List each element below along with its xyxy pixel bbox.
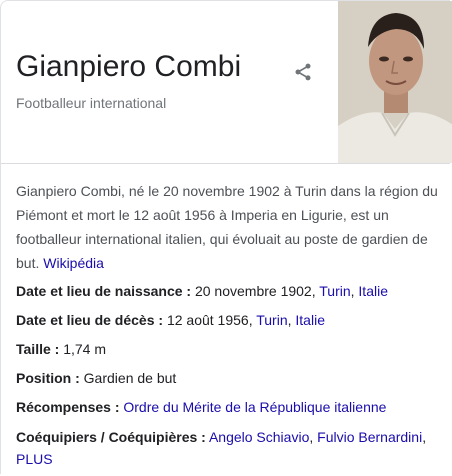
fact-label: Date et lieu de décès : <box>16 312 164 328</box>
birth-country-link[interactable]: Italie <box>358 283 388 299</box>
death-country-link[interactable]: Italie <box>295 312 325 328</box>
fact-value: 12 août 1956, <box>166 312 253 328</box>
fact-separator: , <box>350 283 355 299</box>
fact-value: 20 novembre 1902, <box>194 283 316 299</box>
fact-teammates: Coéquipiers / Coéquipières : Angelo Schi… <box>16 426 446 470</box>
fact-separator: , <box>287 312 292 328</box>
share-icon[interactable] <box>293 62 313 82</box>
teammate-link[interactable]: Fulvio Bernardini <box>317 429 422 445</box>
fact-position: Position : Gardien de but <box>16 368 446 397</box>
award-link[interactable]: Ordre du Mérite de la République italien… <box>123 399 386 415</box>
fact-death: Date et lieu de décès : 12 août 1956, Tu… <box>16 310 446 339</box>
fact-label: Coéquipiers / Coéquipières : <box>16 429 206 445</box>
fact-awards: Récompenses : Ordre du Mérite de la Répu… <box>16 397 446 426</box>
panel-header: Gianpiero Combi Footballeur internationa… <box>1 1 452 164</box>
teammate-link[interactable]: Angelo Schiavio <box>209 429 309 445</box>
wikipedia-link[interactable]: Wikipédia <box>43 255 104 271</box>
fact-height: Taille : 1,74 m <box>16 339 446 368</box>
fact-label: Date et lieu de naissance : <box>16 283 192 299</box>
fact-value: Gardien de but <box>83 370 177 386</box>
birth-city-link[interactable]: Turin <box>319 283 350 299</box>
fact-label: Position : <box>16 370 80 386</box>
entity-subtitle: Footballeur international <box>16 95 167 111</box>
more-teammates-link[interactable]: PLUS <box>16 451 53 467</box>
facts-list: Date et lieu de naissance : 20 novembre … <box>16 281 446 470</box>
entity-photo[interactable] <box>338 1 452 163</box>
fact-separator: , <box>309 429 314 445</box>
entity-title: Gianpiero Combi <box>16 50 242 83</box>
knowledge-panel: Gianpiero Combi Footballeur internationa… <box>0 0 452 474</box>
fact-label: Taille : <box>16 341 60 357</box>
fact-value: 1,74 m <box>63 341 107 357</box>
entity-description: Gianpiero Combi, né le 20 novembre 1902 … <box>16 179 441 275</box>
fact-label: Récompenses : <box>16 399 120 415</box>
fact-separator: , <box>422 429 427 445</box>
fact-birth: Date et lieu de naissance : 20 novembre … <box>16 281 446 310</box>
death-city-link[interactable]: Turin <box>256 312 287 328</box>
